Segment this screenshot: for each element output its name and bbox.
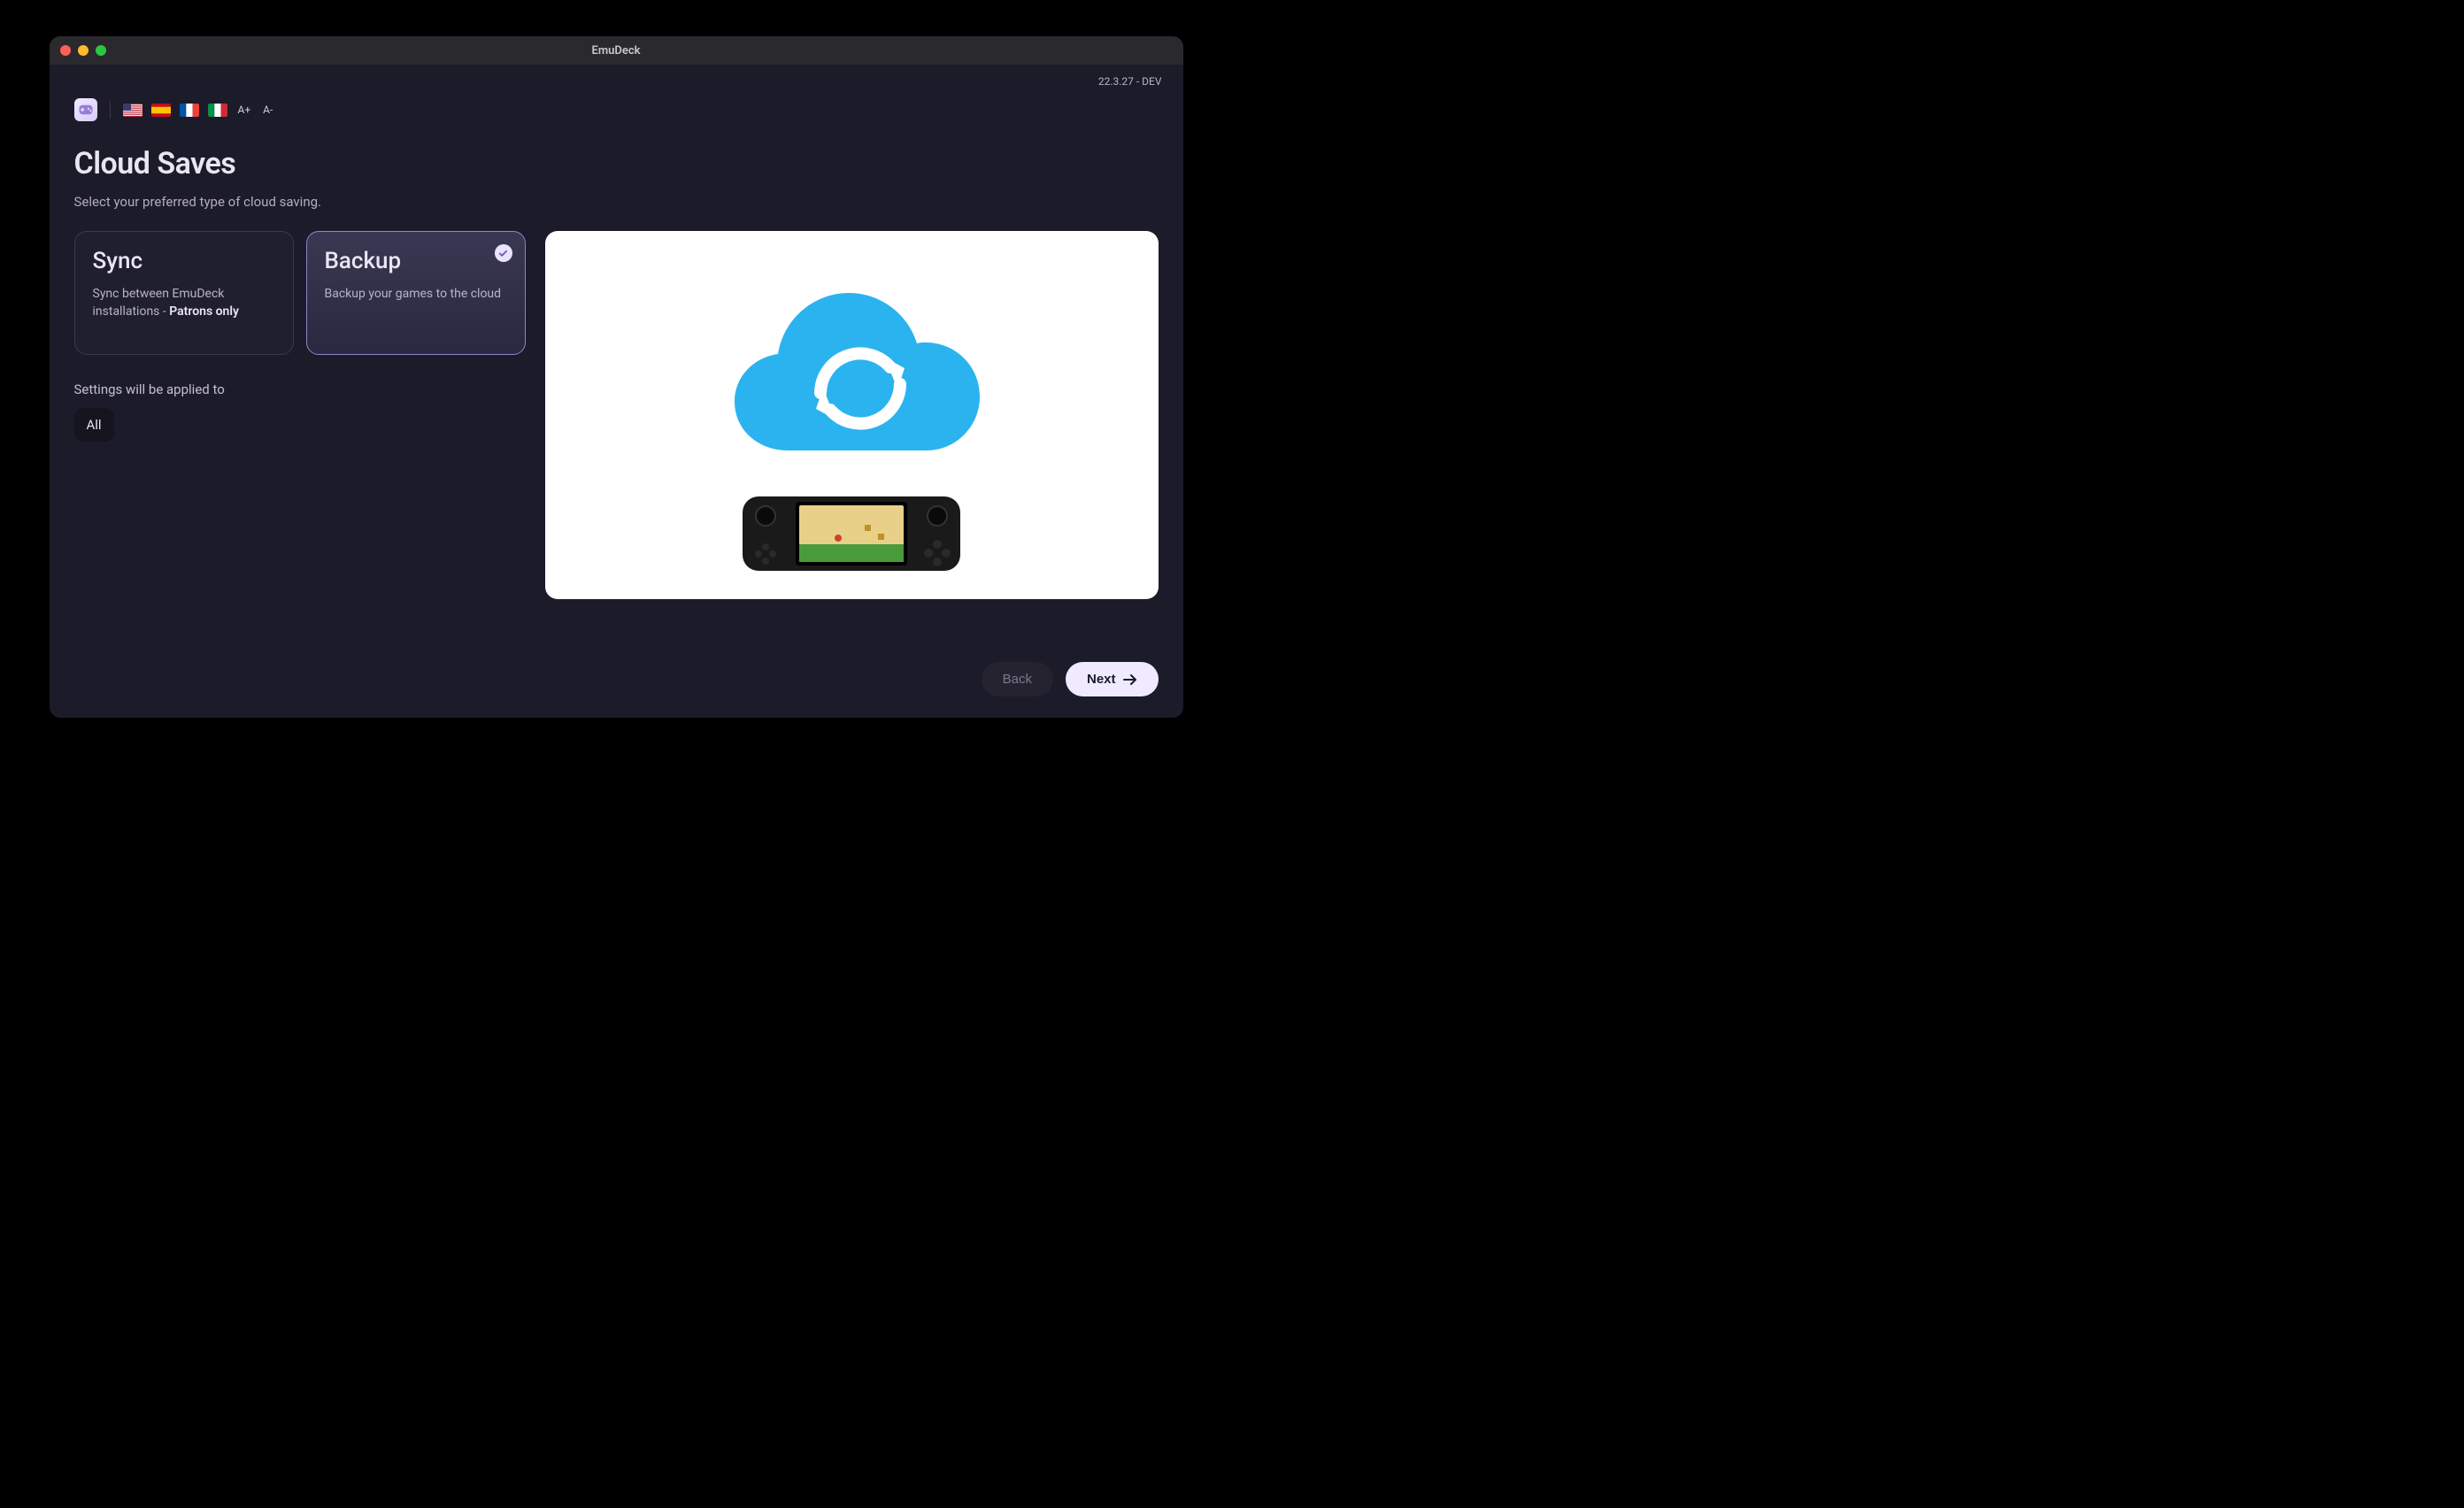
version-label: 22.3.27 - DEV: [1098, 75, 1162, 88]
handheld-device-icon: [741, 489, 962, 578]
arrow-right-icon: [1123, 673, 1137, 686]
option-cards: Sync Sync between EmuDeck installations …: [74, 231, 526, 355]
gamepad-icon: [78, 102, 94, 118]
option-desc: Sync between EmuDeck installations - Pat…: [93, 285, 275, 321]
flag-it[interactable]: [208, 104, 227, 117]
divider: [110, 101, 111, 119]
option-card-sync[interactable]: Sync Sync between EmuDeck installations …: [74, 231, 294, 355]
font-decrease-button[interactable]: A-: [261, 102, 274, 118]
option-title: Backup: [325, 248, 507, 274]
flag-us[interactable]: [123, 104, 142, 117]
option-title: Sync: [93, 248, 275, 274]
settings-applied-chip[interactable]: All: [74, 408, 114, 442]
back-button[interactable]: Back: [982, 662, 1053, 696]
option-card-backup[interactable]: Backup Backup your games to the cloud: [306, 231, 526, 355]
content-area: 22.3.27 - DEV A+ A- Cloud Saves Select y…: [50, 65, 1183, 718]
app-window: EmuDeck 22.3.27 - DEV A+ A- Cloud Saves: [50, 36, 1183, 718]
page-title: Cloud Saves: [74, 146, 1159, 181]
cloud-sync-icon: [719, 273, 984, 468]
option-desc: Backup your games to the cloud: [325, 285, 507, 303]
footer-buttons: Back Next: [74, 644, 1159, 696]
titlebar: EmuDeck: [50, 36, 1183, 65]
preview-panel: [545, 231, 1159, 599]
flag-fr[interactable]: [180, 104, 199, 117]
app-logo[interactable]: [74, 98, 97, 121]
next-button[interactable]: Next: [1066, 662, 1159, 696]
window-title: EmuDeck: [50, 44, 1183, 58]
main-grid: Sync Sync between EmuDeck installations …: [74, 231, 1159, 599]
page-subtitle: Select your preferred type of cloud savi…: [74, 194, 1159, 210]
selected-check-icon: [495, 244, 512, 262]
font-increase-button[interactable]: A+: [236, 102, 253, 118]
top-toolbar: A+ A-: [74, 98, 1159, 121]
flag-es[interactable]: [151, 104, 171, 117]
next-button-label: Next: [1087, 672, 1116, 687]
left-column: Sync Sync between EmuDeck installations …: [74, 231, 526, 442]
settings-applied-label: Settings will be applied to: [74, 381, 526, 397]
